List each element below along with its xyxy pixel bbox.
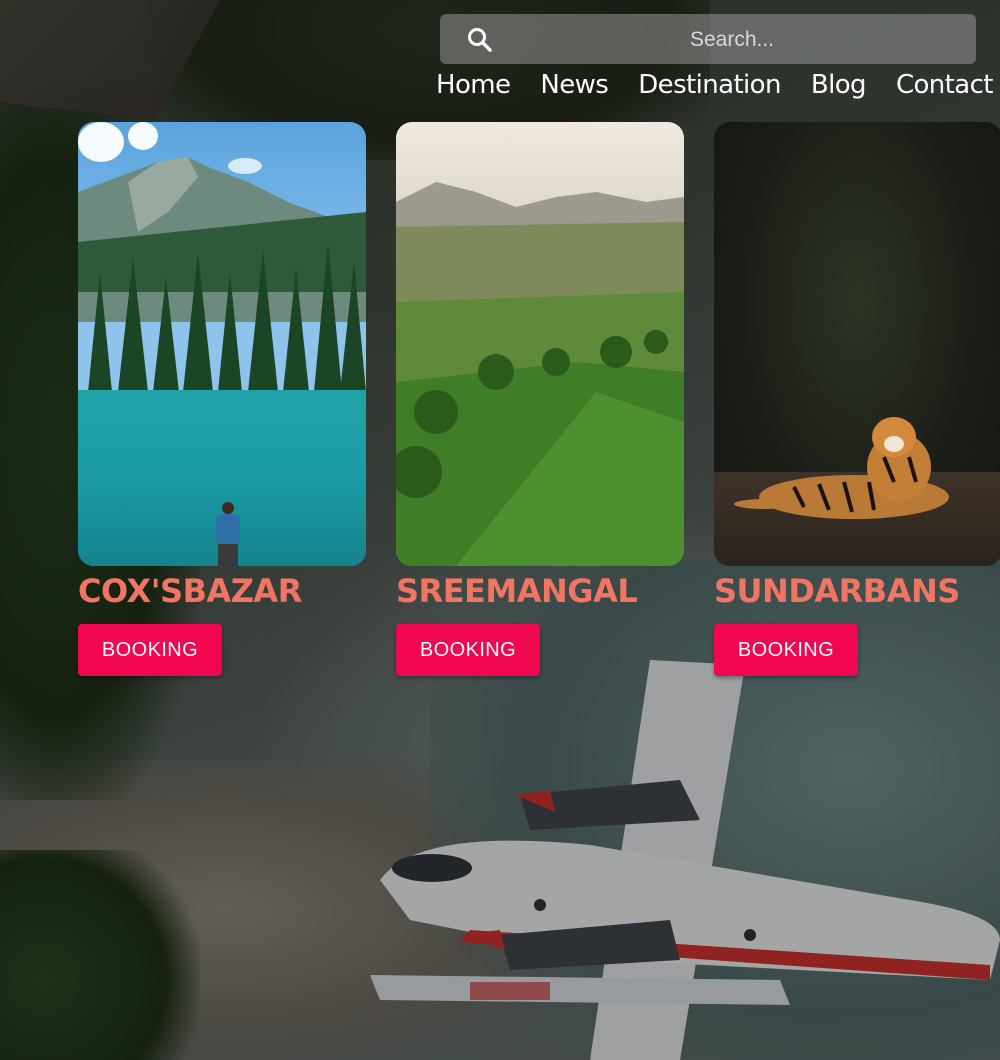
nav-blog[interactable]: Blog <box>811 70 867 108</box>
destination-card-sreemangal: SREEMANGAL BOOKING <box>396 122 686 676</box>
destination-card-coxsbazar: COX'SBAZAR BOOKING <box>78 122 368 676</box>
search-icon[interactable] <box>466 26 494 54</box>
destination-title: SREEMANGAL <box>396 572 638 610</box>
nav-contact[interactable]: Contact <box>896 70 994 108</box>
booking-button-sreemangal[interactable]: BOOKING <box>396 624 540 676</box>
sundarbans-photo <box>714 122 1000 566</box>
search-bar <box>440 14 976 64</box>
coxsbazar-photo <box>78 122 366 566</box>
destination-card-sundarbans: SUNDARBANS BOOKING <box>714 122 1000 676</box>
main-nav: Home News Destination Blog Contact <box>436 70 1000 108</box>
sreemangal-photo <box>396 122 684 566</box>
nav-destination[interactable]: Destination <box>638 70 781 108</box>
destination-title: COX'SBAZAR <box>78 572 302 610</box>
booking-button-sundarbans[interactable]: BOOKING <box>714 624 858 676</box>
booking-button-coxsbazar[interactable]: BOOKING <box>78 624 222 676</box>
nav-home[interactable]: Home <box>436 70 511 108</box>
nav-news[interactable]: News <box>540 70 608 108</box>
search-input[interactable] <box>500 20 964 60</box>
destination-title: SUNDARBANS <box>714 572 960 610</box>
destination-cards: COX'SBAZAR BOOKING SREEMANGAL BOOKING SU… <box>78 122 1000 682</box>
